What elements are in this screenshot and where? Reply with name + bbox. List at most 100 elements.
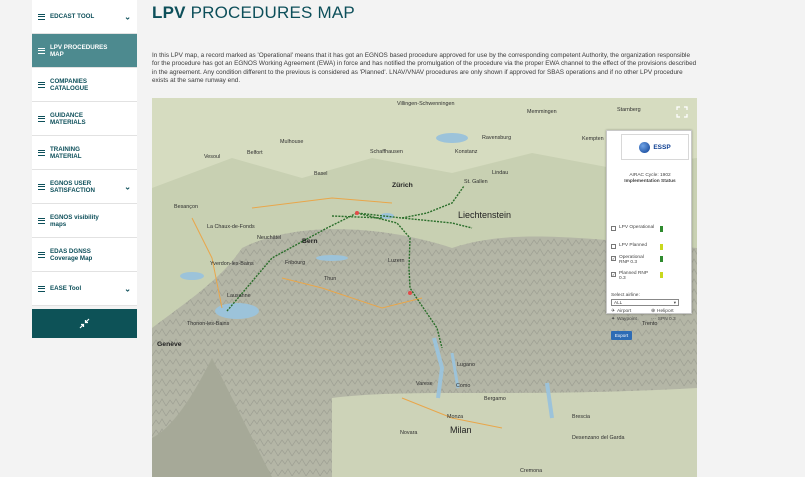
map-place-label: Bergamo bbox=[484, 396, 506, 402]
chevron-down-icon: ⌄ bbox=[124, 284, 131, 293]
sidebar-item-3[interactable]: GUIDANCE MATERIALS bbox=[32, 102, 137, 136]
menu-lines-icon bbox=[38, 149, 45, 156]
legend-entry: ✈ Airport bbox=[611, 309, 651, 314]
map-place-label: Brescia bbox=[572, 414, 590, 420]
chevron-down-icon: ⌄ bbox=[124, 182, 131, 191]
airport-icon: ✈ bbox=[611, 309, 616, 314]
map-place-label: La Chaux-de-Fonds bbox=[207, 224, 255, 230]
map-place-label: Lausanne bbox=[227, 293, 251, 299]
checkbox[interactable] bbox=[611, 244, 616, 249]
checkbox[interactable]: ✓ bbox=[611, 256, 616, 261]
map-place-label: Ravensburg bbox=[482, 135, 512, 141]
route-icon: ⋯ bbox=[651, 317, 656, 322]
status-color-swatch bbox=[660, 244, 663, 250]
collapse-arrows-icon bbox=[79, 318, 90, 329]
status-filter-label: Planned RNP 0.3 bbox=[619, 271, 648, 282]
legend-entry: ⋯ SPN 0.3 bbox=[651, 317, 691, 322]
status-color-swatch bbox=[660, 272, 663, 278]
sidebar-item-7[interactable]: EDAS DGNSS Coverage Map bbox=[32, 238, 137, 272]
lpv-map[interactable]: Villingen-Schwenningen Memmingen Starnberg… bbox=[152, 98, 697, 477]
map-place-label: Monza bbox=[447, 414, 464, 420]
map-place-label: Mulhouse bbox=[280, 139, 304, 145]
sidebar-item-label: EDAS DGNSS Coverage Map bbox=[50, 247, 93, 262]
status-filter-label: LPV Planned bbox=[619, 243, 648, 248]
fullscreen-icon bbox=[676, 106, 688, 118]
sidebar-item-5[interactable]: EGNOS USER SATISFACTION ⌄ bbox=[32, 170, 137, 204]
legend-label: Heliport bbox=[657, 309, 674, 314]
sidebar-item-1[interactable]: LPV PROCEDURES MAP bbox=[32, 34, 137, 68]
map-place-label: Thonon-les-Bains bbox=[187, 321, 230, 327]
map-place-label: Bern bbox=[302, 238, 318, 245]
legend-label: Airport bbox=[617, 309, 632, 314]
map-place-label: Schaffhausen bbox=[370, 149, 403, 155]
map-place-label: Luzern bbox=[388, 258, 405, 264]
page: EDCAST TOOL ⌄ LPV PROCEDURES MAP COMPANIES … bbox=[0, 0, 805, 477]
legend-panel: ESSP AIRAC Cycle: 1902 Implementation St… bbox=[606, 130, 692, 340]
sidebar: EDCAST TOOL ⌄ LPV PROCEDURES MAP COMPANIES … bbox=[32, 0, 137, 338]
airline-select[interactable]: ALL ▾ bbox=[611, 299, 679, 306]
waypoint-icon: ✦ bbox=[611, 317, 616, 322]
map-place-label: Fribourg bbox=[285, 260, 306, 266]
status-filter-option[interactable]: LPV Operational bbox=[611, 225, 663, 232]
sidebar-item-8[interactable]: EASE Tool ⌄ bbox=[32, 272, 137, 306]
map-place-label: Neuchâtel bbox=[257, 235, 282, 241]
essp-logo: ESSP bbox=[621, 134, 689, 160]
collapse-sidebar-button[interactable] bbox=[32, 309, 137, 338]
status-filter-option[interactable]: LPV Planned bbox=[611, 243, 663, 250]
status-color-swatch bbox=[660, 226, 663, 232]
sidebar-item-label: EGNOS USER SATISFACTION bbox=[50, 179, 95, 194]
status-filter-option[interactable]: ✓ Planned RNP 0.3 bbox=[611, 271, 663, 281]
checkbox[interactable] bbox=[611, 226, 616, 231]
fullscreen-button[interactable] bbox=[673, 103, 691, 121]
map-place-label: Desenzano del Garda bbox=[572, 435, 625, 441]
sidebar-item-2[interactable]: COMPANIES CATALOGUE bbox=[32, 68, 137, 102]
sidebar-item-6[interactable]: EGNOS visibility maps bbox=[32, 204, 137, 238]
chevron-down-icon: ▾ bbox=[673, 300, 676, 305]
map-place-label: Kempten bbox=[582, 136, 604, 142]
map-place-label: Villingen-Schwenningen bbox=[397, 101, 455, 107]
map-place-label: Yverdon-les-Bains bbox=[210, 261, 254, 267]
page-title: LPV PROCEDURES MAP bbox=[152, 3, 355, 22]
status-filter-option[interactable]: ✓ Operational RNP 0.3 bbox=[611, 255, 663, 265]
map-place-label: Belfort bbox=[247, 150, 263, 156]
map-place-label: Lindau bbox=[492, 170, 509, 176]
sidebar-item-label: TRAINING MATERIAL bbox=[50, 145, 82, 160]
sidebar-item-0[interactable]: EDCAST TOOL ⌄ bbox=[32, 0, 137, 34]
globe-icon bbox=[639, 141, 651, 153]
map-place-label: Memmingen bbox=[527, 109, 557, 115]
menu-lines-icon bbox=[38, 285, 45, 292]
legend-entry: ✦ Waypoint bbox=[611, 317, 651, 322]
status-filter-label: Operational RNP 0.3 bbox=[619, 255, 644, 266]
airac-cycle: AIRAC Cycle: 1902 Implementation Status bbox=[624, 173, 676, 184]
map-place-label: Como bbox=[456, 383, 471, 389]
sidebar-item-label: EDCAST TOOL bbox=[50, 13, 95, 20]
map-place-label: St. Gallen bbox=[464, 179, 488, 185]
map-place-label: Liechtenstein bbox=[458, 210, 512, 220]
map-place-label: Genève bbox=[157, 341, 182, 348]
map-place-label: Basel bbox=[314, 171, 328, 177]
menu-lines-icon bbox=[38, 217, 45, 224]
checkbox[interactable]: ✓ bbox=[611, 272, 616, 277]
map-place-label: Cremona bbox=[520, 468, 543, 474]
menu-lines-icon bbox=[38, 183, 45, 190]
map-place-label: Vesoul bbox=[204, 154, 221, 160]
menu-lines-icon bbox=[38, 251, 45, 258]
menu-lines-icon bbox=[38, 81, 45, 88]
menu-lines-icon bbox=[38, 13, 45, 20]
sidebar-item-4[interactable]: TRAINING MATERIAL bbox=[32, 136, 137, 170]
map-place-label: Besançon bbox=[174, 204, 198, 210]
map-place-label: Varese bbox=[416, 381, 433, 387]
sidebar-item-label: EGNOS visibility maps bbox=[50, 213, 99, 228]
symbol-legend: ✈ Airport ⊕ Heliport ✦ Waypoint ⋯ SPN 0.3 bbox=[611, 309, 691, 322]
chevron-down-icon: ⌄ bbox=[124, 12, 131, 21]
menu-lines-icon bbox=[38, 115, 45, 122]
map-place-label: Konstanz bbox=[455, 149, 478, 155]
sidebar-item-label: EASE Tool bbox=[50, 285, 82, 292]
map-place-label: Thun bbox=[324, 276, 337, 282]
map-place-label: Zürich bbox=[392, 182, 413, 189]
sidebar-item-label: COMPANIES CATALOGUE bbox=[50, 77, 89, 92]
heliport-icon: ⊕ bbox=[651, 309, 656, 314]
export-button[interactable]: Export bbox=[611, 331, 632, 340]
map-place-label: Starnberg bbox=[617, 107, 641, 113]
airline-select-label: Select airline: bbox=[611, 293, 640, 298]
